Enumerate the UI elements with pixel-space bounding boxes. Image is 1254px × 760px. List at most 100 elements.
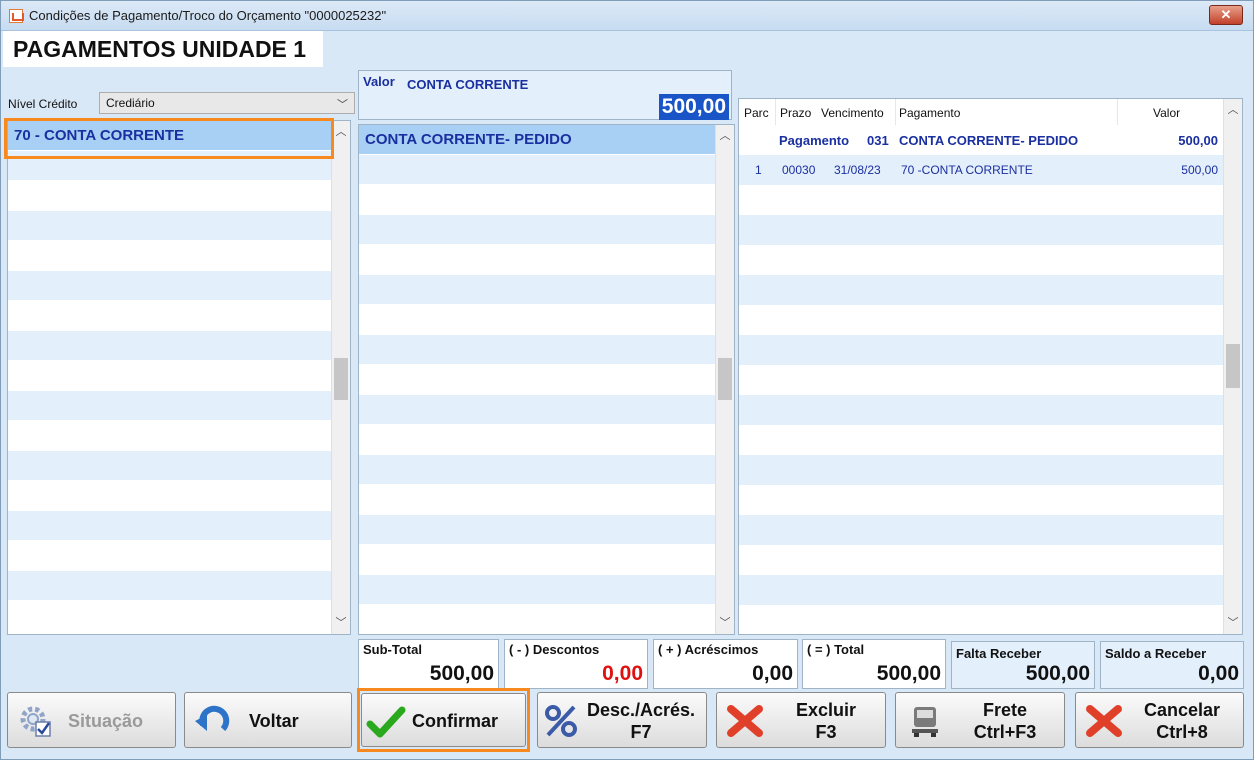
table-row[interactable] [739,215,1224,245]
table-row[interactable] [739,485,1224,515]
list-item[interactable] [8,511,332,541]
table-row[interactable] [739,365,1224,395]
frete-button[interactable]: Frete Ctrl+F3 [895,692,1065,748]
scroll-thumb[interactable] [334,358,348,400]
list-item[interactable] [8,241,332,271]
window-title: Condições de Pagamento/Troco do Orçament… [29,8,387,23]
payment-type-list[interactable]: 70 - CONTA CORRENTE ︿ ﹀ [7,120,351,635]
list-item[interactable] [359,425,716,455]
table-row[interactable] [739,335,1224,365]
list-item[interactable] [8,151,332,181]
scroll-down-icon[interactable]: ﹀ [716,614,734,632]
table-row[interactable] [739,515,1224,545]
scroll-down-icon[interactable]: ﹀ [1224,614,1242,632]
cancelar-label: Cancelar Ctrl+8 [1124,699,1240,743]
grid-scrollbar[interactable]: ︿ ﹀ [1223,99,1242,634]
excluir-line1: Excluir [795,700,857,720]
situacao-button[interactable]: Situação [7,692,176,748]
list-item[interactable] [359,335,716,365]
cancelar-line1: Cancelar [1143,700,1221,720]
red-x-icon [1086,705,1122,737]
installments-grid[interactable]: Parc Prazo Vencimento Pagamento Valor Pa… [738,98,1243,635]
nivel-credito-select[interactable]: Crediário ﹀ [99,92,355,114]
list-item[interactable] [359,455,716,485]
table-row[interactable] [739,305,1224,335]
list-item[interactable] [359,395,716,425]
list-item[interactable] [8,391,332,421]
list-item[interactable] [359,485,716,515]
table-row[interactable] [739,245,1224,275]
scroll-up-icon[interactable]: ︿ [716,127,734,145]
tab-pagamentos-unidade[interactable]: PAGAMENTOS UNIDADE 1 [3,31,323,67]
scroll-down-icon[interactable]: ﹀ [332,614,350,632]
table-row[interactable] [739,575,1224,605]
group-pagamento: CONTA CORRENTE- PEDIDO [899,133,1079,148]
list-item[interactable] [359,305,716,335]
list-item[interactable] [359,605,716,634]
table-row[interactable]: 1 00030 31/08/23 70 -CONTA CORRENTE 500,… [739,155,1224,185]
table-row[interactable] [739,425,1224,455]
title-bar: Condições de Pagamento/Troco do Orçament… [1,1,1253,31]
chevron-down-icon[interactable]: ﹀ [337,96,348,112]
list-item[interactable] [8,211,332,241]
table-row[interactable] [739,395,1224,425]
scroll-up-icon[interactable]: ︿ [332,123,350,141]
list-item[interactable] [8,421,332,451]
desc-acres-button[interactable]: Desc./Acrés. F7 [537,692,707,748]
voltar-button[interactable]: Voltar [184,692,352,748]
acrescimos-box: ( + ) Acréscimos 0,00 [653,639,798,689]
list-item[interactable] [8,271,332,301]
list-item[interactable] [359,515,716,545]
payment-condition-scrollbar[interactable]: ︿ ﹀ [715,125,734,634]
group-code: 031 [867,133,889,148]
scroll-thumb[interactable] [718,358,732,400]
frete-line1: Frete [982,700,1027,720]
list-item[interactable] [359,215,716,245]
group-label: Pagamento [779,133,850,148]
grid-header: Parc Prazo Vencimento Pagamento Valor [739,99,1224,125]
list-item[interactable] [359,245,716,275]
list-item[interactable] [8,451,332,481]
list-item[interactable] [359,155,716,185]
payment-condition-list[interactable]: CONTA CORRENTE- PEDIDO ︿ ﹀ [358,124,735,635]
list-item[interactable] [359,275,716,305]
scroll-up-icon[interactable]: ︿ [1224,101,1242,119]
table-row[interactable] [739,545,1224,575]
list-item[interactable] [8,361,332,391]
list-item[interactable] [359,575,716,605]
excluir-shortcut: F3 [815,722,837,742]
list-item[interactable] [359,185,716,215]
red-x-icon [727,705,763,737]
falta-receber-value: 500,00 [1025,662,1090,685]
table-row[interactable] [739,275,1224,305]
total-label: ( = ) Total [807,642,865,657]
group-row[interactable]: Pagamento 031 CONTA CORRENTE- PEDIDO 500… [739,125,1224,155]
list-item[interactable] [359,365,716,395]
list-item[interactable] [8,331,332,361]
list-item[interactable] [8,181,332,211]
saldo-receber-label: Saldo a Receber [1105,646,1207,661]
excluir-label: Excluir F3 [771,699,881,743]
list-item[interactable] [8,301,332,331]
list-item[interactable] [8,601,332,631]
list-item-label: CONTA CORRENTE- PEDIDO [365,131,572,148]
list-item[interactable] [359,545,716,575]
scroll-thumb[interactable] [1226,344,1240,388]
excluir-button[interactable]: Excluir F3 [716,692,886,748]
list-item[interactable]: 70 - CONTA CORRENTE [8,121,332,151]
list-item[interactable] [8,481,332,511]
table-row[interactable] [739,605,1224,634]
row-vencimento: 31/08/23 [834,163,881,177]
list-item[interactable] [8,541,332,571]
cancelar-button[interactable]: Cancelar Ctrl+8 [1075,692,1244,748]
list-item[interactable]: CONTA CORRENTE- PEDIDO [359,125,716,155]
payment-type-scrollbar[interactable]: ︿ ﹀ [331,121,350,634]
list-item[interactable] [8,571,332,601]
table-row[interactable] [739,455,1224,485]
table-row[interactable] [739,185,1224,215]
close-button[interactable]: ✕ [1209,5,1243,25]
confirmar-button[interactable]: Confirmar [361,693,526,747]
descontos-value: 0,00 [602,662,643,685]
valor-amount-input[interactable]: 500,00 [658,94,729,120]
valor-payment-name: CONTA CORRENTE [407,77,529,92]
